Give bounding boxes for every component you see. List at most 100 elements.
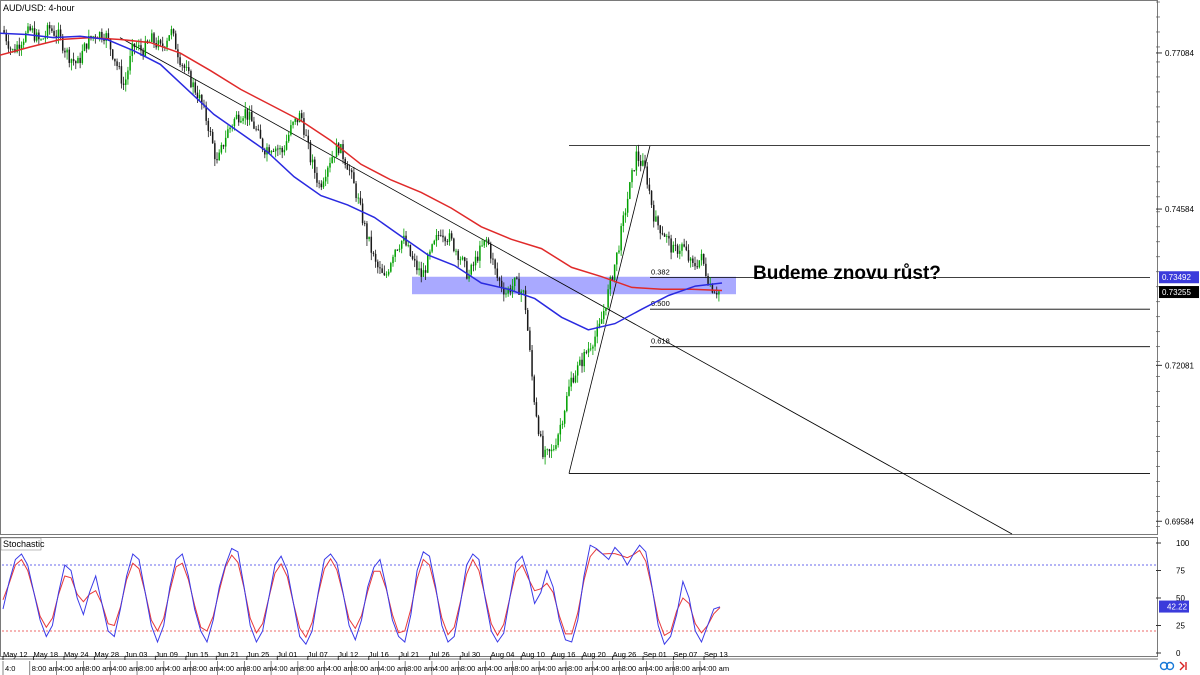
candle-body [600, 319, 603, 324]
candle-body [331, 157, 333, 163]
time-label: 8:00 am [139, 664, 166, 673]
candle-body [442, 235, 444, 238]
candle-body [637, 151, 640, 161]
candle-body [648, 184, 651, 191]
candle-body [685, 246, 688, 251]
candle-body [583, 351, 585, 367]
candle-body [172, 29, 175, 34]
candle-body [657, 216, 659, 226]
candle-body [496, 268, 499, 278]
price-badge-label: 0.73492 [1162, 273, 1191, 282]
candle-body [350, 170, 353, 173]
candle-body [29, 26, 31, 31]
time-label: 8:00 am [568, 664, 595, 673]
candle-body [124, 79, 127, 85]
candle-body [342, 144, 344, 160]
candle-body [64, 50, 66, 53]
candle-body [407, 244, 409, 246]
time-label: 4:00 am [219, 664, 246, 673]
candle-body [526, 310, 529, 331]
candle-body [303, 118, 305, 135]
candle-body [461, 257, 464, 260]
date-label: Sep 01 [643, 650, 667, 659]
candle-body [363, 223, 366, 224]
candle-body [35, 32, 38, 41]
candle-body [307, 135, 310, 143]
date-label: Jul 26 [430, 650, 450, 659]
candle-body [503, 288, 505, 295]
candle-body [279, 147, 281, 150]
date-label: May 18 [33, 650, 58, 659]
candle-body [715, 292, 718, 295]
date-label: May 28 [94, 650, 119, 659]
candle-body [392, 256, 394, 264]
candle-body [216, 159, 218, 161]
scroll-arrow-icon[interactable] [1179, 661, 1187, 671]
candle-body [318, 182, 320, 184]
candle-body [705, 263, 707, 276]
candle-body [544, 449, 546, 458]
candle-body [242, 118, 244, 121]
candle-body [244, 109, 247, 119]
candle-body [513, 277, 516, 287]
date-label: Jul 07 [308, 650, 328, 659]
candle-body [505, 293, 507, 295]
candle-body [487, 239, 490, 244]
candle-body [127, 70, 129, 80]
candle-body [329, 162, 331, 168]
candle-body [626, 198, 629, 213]
candle-body [605, 307, 607, 312]
candle-body [416, 260, 418, 271]
candle-body [53, 30, 55, 36]
candle-body [290, 125, 292, 135]
time-label: 4:00 am [595, 664, 622, 673]
symbol-label: AUD/USD: 4-hour [3, 3, 75, 13]
candle-body [194, 82, 197, 93]
candle-body [566, 395, 568, 411]
candle-body [251, 112, 253, 122]
candle-body [531, 350, 533, 377]
candle-body [255, 128, 257, 130]
candle-body [683, 244, 685, 247]
candle-body [598, 323, 601, 327]
time-label: 4:00 am [112, 664, 139, 673]
candle-body [474, 256, 477, 266]
candle-body [676, 245, 679, 254]
date-label: Aug 10 [521, 650, 545, 659]
link-icon[interactable] [1159, 661, 1175, 671]
time-label: 8:00 am [193, 664, 220, 673]
candle-body [285, 141, 288, 150]
candle-body [387, 271, 390, 275]
time-label: 4:00 am [59, 664, 86, 673]
candle-body [235, 114, 238, 119]
candle-body [27, 26, 29, 33]
candle-body [681, 244, 683, 251]
candle-body [548, 449, 551, 452]
time-label: 4:00 am [488, 664, 515, 673]
candle-body [585, 351, 588, 353]
candle-body [214, 143, 216, 160]
candle-body [272, 151, 275, 152]
candle-body [559, 424, 562, 435]
candle-body [537, 416, 540, 435]
candle-body [248, 112, 251, 120]
date-label: Jul 01 [277, 650, 297, 659]
candle-body [696, 266, 698, 268]
candle-body [309, 142, 312, 163]
candle-body [138, 45, 140, 47]
time-label: 4:0 [5, 664, 15, 673]
stoch-tick-label: 0 [1176, 649, 1181, 658]
candle-body [268, 147, 270, 153]
candle-body [355, 183, 357, 199]
candle-body [116, 61, 118, 67]
candle-body [674, 244, 677, 246]
candle-body [192, 82, 194, 88]
chart-canvas[interactable]: AUD/USD: 4-hour Budeme znovu růst? Stoch… [0, 0, 1200, 675]
candle-body [381, 268, 383, 273]
candle-body [650, 190, 653, 205]
candle-body [700, 253, 703, 261]
candle-body [357, 197, 360, 199]
candle-body [383, 272, 386, 276]
candle-body [516, 277, 518, 279]
candle-body [66, 49, 68, 53]
